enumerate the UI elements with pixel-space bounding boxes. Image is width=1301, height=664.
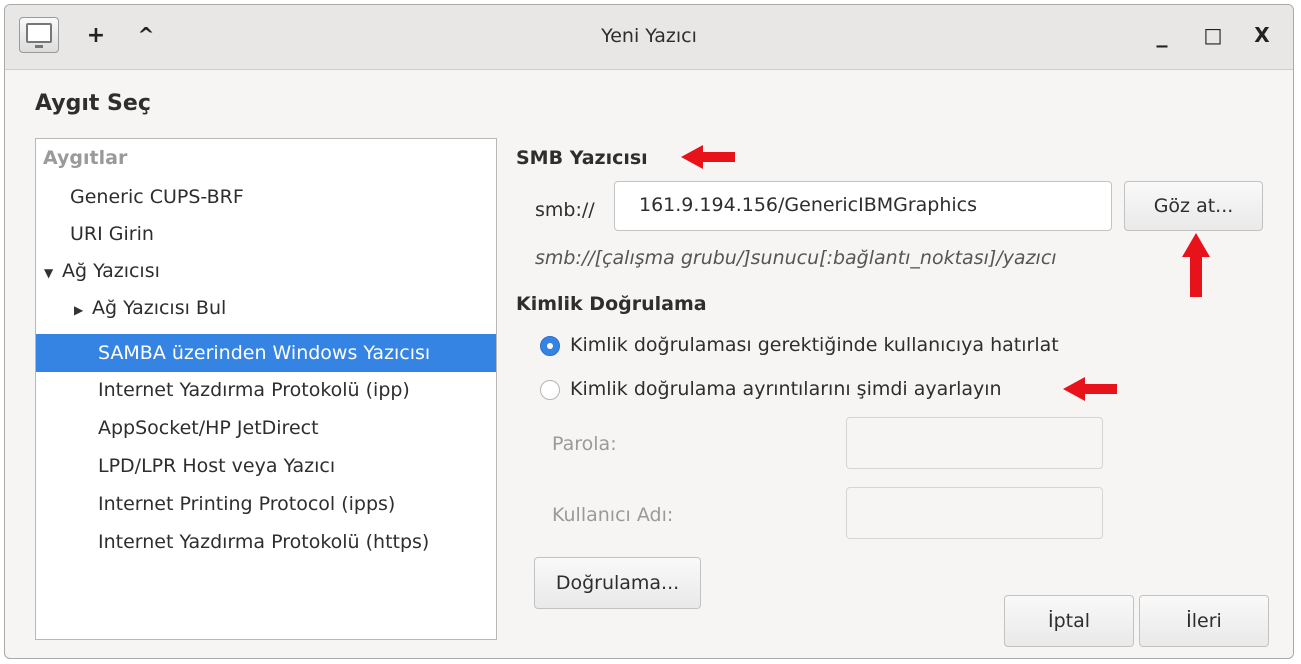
- auth-section-title: Kimlik Doğrulama: [516, 293, 707, 315]
- radio-auth-now[interactable]: [540, 380, 560, 400]
- minimize-button[interactable]: _: [1147, 19, 1177, 51]
- username-label: Kullanıcı Adı:: [552, 504, 674, 526]
- list-item-uri-girin[interactable]: URI Girin: [36, 216, 496, 253]
- verify-button[interactable]: Doğrulama...: [534, 557, 701, 609]
- window-title: Yeni Yazıcı: [601, 25, 697, 47]
- radio-auth-prompt-label[interactable]: Kimlik doğrulaması gerektiğinde kullanıc…: [570, 334, 1059, 356]
- smb-uri-input[interactable]: 161.9.194.156/GenericIBMGraphics: [614, 181, 1112, 231]
- maximize-button[interactable]: □: [1198, 19, 1228, 51]
- close-button[interactable]: X: [1247, 19, 1277, 51]
- password-field: [846, 417, 1103, 469]
- list-item-ag-yazicisi[interactable]: ▼ Ağ Yazıcısı: [36, 253, 496, 290]
- username-field: [846, 487, 1103, 539]
- list-item-appsocket[interactable]: AppSocket/HP JetDirect: [36, 410, 496, 447]
- annotation-arrow-left-icon: [1063, 377, 1117, 401]
- next-button[interactable]: İleri: [1139, 595, 1269, 647]
- device-list[interactable]: Aygıtlar Generic CUPS-BRF URI Girin ▼ Ağ …: [35, 138, 497, 640]
- password-label: Parola:: [552, 433, 617, 455]
- list-item-ag-yazicisi-bul[interactable]: ▶ Ağ Yazıcısı Bul: [36, 290, 496, 327]
- annotation-arrow-left-icon: [681, 145, 735, 169]
- list-item-samba-selected[interactable]: SAMBA üzerinden Windows Yazıcısı: [36, 334, 496, 372]
- annotation-arrow-up-icon: [1182, 233, 1210, 297]
- device-list-header: Aygıtlar: [43, 147, 128, 169]
- radio-auth-now-label[interactable]: Kimlik doğrulama ayrıntılarını şimdi aya…: [570, 378, 1002, 400]
- smb-section-title: SMB Yazıcısı: [516, 147, 648, 169]
- dialog-window: + ^ Yeni Yazıcı _ □ X Aygıt Seç Aygıtlar…: [4, 4, 1294, 659]
- list-item-ipp[interactable]: Internet Yazdırma Protokolü (ipp): [36, 372, 496, 409]
- page-title: Aygıt Seç: [35, 91, 151, 116]
- cancel-button[interactable]: İptal: [1004, 595, 1134, 647]
- list-item-ipps[interactable]: Internet Printing Protocol (ipps): [36, 486, 496, 523]
- expander-down-icon[interactable]: ▼: [44, 255, 62, 292]
- smb-format-hint: smb://[çalışma grubu/]sunucu[:bağlantı_n…: [535, 247, 1057, 269]
- list-item-lpd[interactable]: LPD/LPR Host veya Yazıcı: [36, 448, 496, 485]
- browse-button[interactable]: Göz at...: [1124, 181, 1263, 231]
- smb-prefix-label: smb://: [535, 199, 595, 221]
- list-item-https[interactable]: Internet Yazdırma Protokolü (https): [36, 524, 496, 561]
- title-bar: + ^ Yeni Yazıcı _ □ X: [5, 5, 1293, 70]
- radio-auth-prompt[interactable]: [540, 336, 560, 356]
- expander-right-icon[interactable]: ▶: [74, 292, 92, 329]
- list-item-generic-cups-brf[interactable]: Generic CUPS-BRF: [36, 179, 496, 216]
